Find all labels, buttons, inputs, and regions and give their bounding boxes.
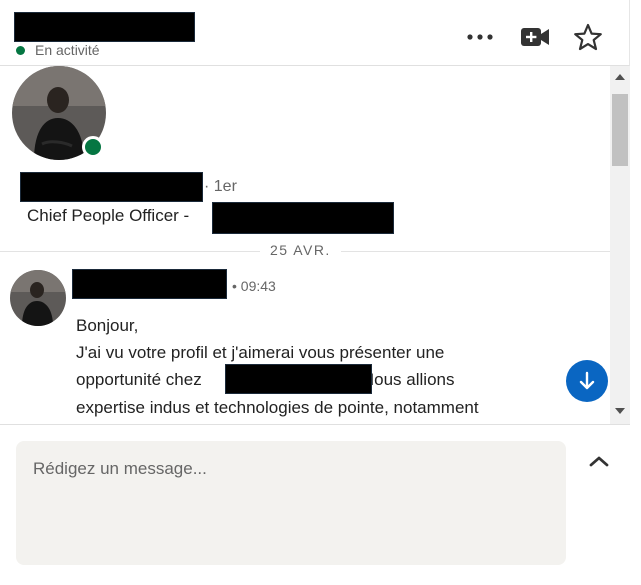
chevron-up-icon	[589, 456, 609, 467]
arrow-down-icon	[579, 371, 595, 390]
presence-status: En activité	[16, 42, 100, 58]
conversation-header: En activité	[0, 0, 630, 66]
conversation-scrollbar[interactable]	[610, 66, 630, 424]
sender-name-redacted[interactable]	[72, 269, 227, 299]
connection-degree: · 1er	[204, 178, 237, 195]
message-input[interactable]	[33, 459, 549, 479]
message-line: Bonjour,	[76, 316, 139, 335]
star-icon[interactable]	[572, 22, 604, 52]
scroll-up-arrow-icon[interactable]	[615, 74, 625, 80]
profile-headline: Chief People Officer -	[27, 206, 190, 225]
sender-avatar[interactable]	[10, 270, 66, 326]
composer-separator	[0, 424, 630, 425]
video-call-icon[interactable]	[518, 22, 552, 52]
online-status-dot	[16, 45, 25, 55]
profile-name-redacted[interactable]	[20, 172, 203, 202]
message-line: J'ai vu votre profil et j'aimerai vous p…	[76, 343, 445, 362]
message-composer[interactable]	[16, 441, 566, 565]
jump-to-latest-button[interactable]	[566, 360, 608, 402]
company-name-redacted	[225, 364, 372, 394]
status-text: En activité	[35, 42, 100, 58]
profile-online-badge	[82, 136, 104, 158]
date-divider: 25 AVR.	[260, 242, 341, 258]
expand-composer-button[interactable]	[586, 450, 612, 472]
scrollbar-thumb[interactable]	[612, 94, 628, 166]
message-line: expertise indus et technologies de point…	[76, 398, 479, 417]
scroll-down-arrow-icon[interactable]	[615, 408, 625, 414]
more-icon[interactable]	[464, 22, 496, 52]
contact-name-redacted[interactable]	[14, 12, 195, 42]
conversation-thread[interactable]: · 1er Chief People Officer - 25 AVR. • 0…	[0, 66, 610, 424]
message-time: • 09:43	[232, 278, 276, 294]
company-name-redacted	[212, 202, 394, 234]
